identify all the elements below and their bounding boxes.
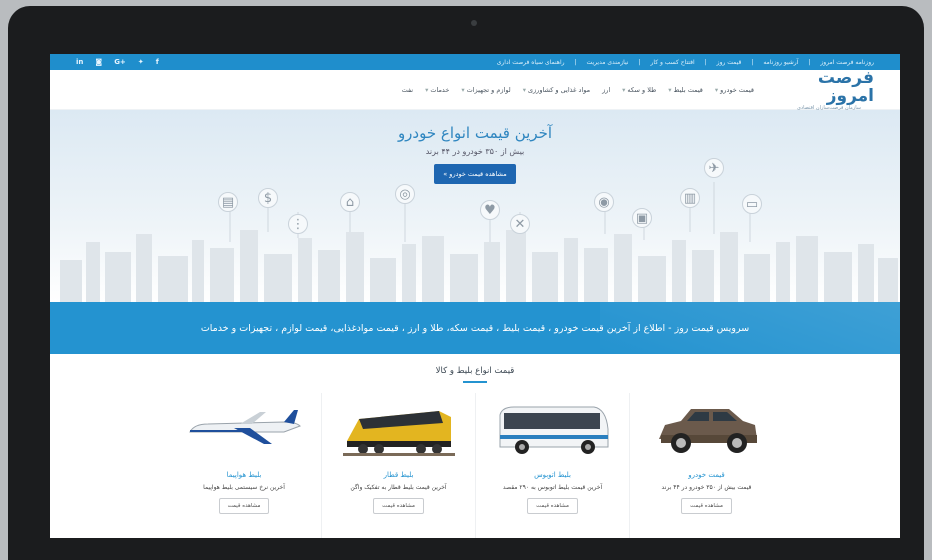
card-title[interactable]: بلیط اتوبوس: [476, 471, 629, 479]
view-price-button[interactable]: مشاهده قیمت: [527, 498, 578, 514]
nav-item-services[interactable]: خدمات▾: [425, 86, 449, 94]
traffic-light-icon: ⋮: [288, 214, 308, 234]
ring-icon: ◎: [395, 184, 415, 204]
hero-section: آخرین قیمت انواع خودرو بیش از ۳۵۰ خودرو …: [50, 110, 900, 302]
top-links: روزنامه فرصت امروز | آرشیو روزنامه | قیمت …: [496, 58, 874, 66]
nav-item-equipment[interactable]: لوازم و تجهیزات▾: [461, 86, 510, 94]
chevron-down-icon: ▾: [461, 85, 465, 94]
top-link-daily-price[interactable]: قیمت روز: [717, 59, 742, 66]
top-link-archive[interactable]: آرشیو روزنامه: [763, 59, 798, 66]
products-section-title: قیمت انواع بلیط و کالا: [435, 366, 515, 376]
nav-item-gold-coin[interactable]: طلا و سکه▾: [622, 86, 656, 94]
camera-icon: ◉: [594, 192, 614, 212]
top-link-management[interactable]: نیازمندی مدیریت: [587, 59, 629, 66]
chevron-down-icon: ▾: [622, 85, 626, 94]
fish-icon: ✕: [510, 214, 530, 234]
card-description: آخرین نرخ سیستمی بلیط هواپیما: [203, 484, 285, 491]
card-title[interactable]: بلیط قطار: [322, 471, 475, 479]
main-nav: قیمت خودرو▾ قیمت بلیط▾ طلا و سکه▾ ارز مو…: [402, 86, 754, 94]
google-plus-icon[interactable]: G+: [114, 58, 126, 66]
view-car-price-button[interactable]: مشاهده قیمت خودرو »: [434, 164, 516, 184]
card-title[interactable]: قیمت خودرو: [630, 471, 783, 479]
shopping-bag-icon: ⌂: [340, 192, 360, 212]
chevron-down-icon: ▾: [714, 85, 719, 94]
nav-label: خدمات: [430, 85, 450, 94]
top-link-guide[interactable]: راهنمای سیاه فرصت اداری: [497, 59, 565, 66]
nav-label: مواد غذایی و کشاورزی: [527, 85, 591, 94]
instagram-icon[interactable]: ◙: [95, 58, 102, 66]
top-link-business[interactable]: افتتاح کسب و کار: [650, 59, 694, 66]
hero-subtitle: بیش از ۳۵۰ خودرو در ۴۴ برند: [425, 147, 525, 156]
website-screen: روزنامه فرصت امروز | آرشیو روزنامه | قیمت …: [50, 54, 900, 538]
nav-label: قیمت خودرو: [720, 85, 754, 94]
bank-icon: ▤: [218, 192, 238, 212]
webcam: [471, 20, 477, 26]
train-image: [322, 393, 475, 465]
card-bus-ticket: بلیط اتوبوس آخرین قیمت بلیط اتوبوس به ۲۹…: [475, 393, 629, 538]
logo-text: فرصت امروز: [817, 67, 874, 106]
card-train-ticket: بلیط قطار آخرین قیمت بلیط قطار به تفکیک …: [321, 393, 475, 538]
view-price-button[interactable]: مشاهده قیمت: [681, 498, 732, 514]
service-banner-text: سرویس قیمت روز - اطلاع از آخرین قیمت خود…: [200, 322, 750, 334]
car-icon: ▭: [742, 194, 762, 214]
product-cards: قیمت خودرو قیمت بیش از ۳۵۰ خودرو در ۴۴ ب…: [50, 393, 900, 538]
view-price-button[interactable]: مشاهده قیمت: [218, 498, 270, 514]
top-link-newspaper[interactable]: روزنامه فرصت امروز: [820, 59, 874, 66]
city-skyline-illustration: [60, 182, 898, 302]
bus-icon: ▥: [680, 188, 700, 208]
nav-label: طلا و سکه: [627, 85, 657, 94]
hero-title: آخرین قیمت انواع خودرو: [397, 124, 553, 142]
top-bar: روزنامه فرصت امروز | آرشیو روزنامه | قیمت …: [50, 54, 900, 70]
twitter-icon[interactable]: ✦: [138, 58, 144, 66]
nav-label: لوازم و تجهیزات: [466, 85, 511, 94]
chevron-down-icon: ▾: [425, 85, 429, 94]
airplane-image: [167, 393, 321, 465]
nav-item-oil[interactable]: نفت: [402, 86, 413, 94]
nav-label: ارز: [602, 85, 611, 94]
bus-image: [476, 393, 629, 465]
card-airplane-ticket: بلیط هواپیما آخرین نرخ سیستمی بلیط هواپی…: [167, 393, 321, 538]
site-logo[interactable]: فرصت امروز سازمان فرصت‌سازان اقتصادی: [784, 69, 874, 111]
site-header: فرصت امروز سازمان فرصت‌سازان اقتصادی قیم…: [50, 69, 900, 111]
service-banner: سرویس قیمت روز - اطلاع از آخرین قیمت خود…: [50, 302, 900, 354]
nav-label: قیمت بلیط: [673, 85, 703, 94]
card-description: قیمت بیش از ۳۵۰ خودرو در ۴۴ برند: [661, 484, 752, 491]
nav-item-currency[interactable]: ارز: [602, 86, 610, 94]
chevron-down-icon: ▾: [668, 85, 672, 94]
card-title[interactable]: بلیط هواپیما: [167, 471, 321, 479]
card-description: آخرین قیمت بلیط قطار به تفکیک واگن: [350, 484, 447, 491]
gift-icon: ♥: [480, 200, 500, 220]
laptop-frame: روزنامه فرصت امروز | آرشیو روزنامه | قیمت …: [8, 6, 924, 560]
linkedin-icon[interactable]: in: [76, 58, 83, 66]
dollar-icon: $: [258, 188, 278, 208]
nav-item-car-price[interactable]: قیمت خودرو▾: [715, 86, 754, 94]
card-description: آخرین قیمت بلیط اتوبوس به ۲۹۰ مقصد: [502, 484, 603, 491]
facebook-icon[interactable]: f: [156, 58, 159, 66]
nav-item-ticket-price[interactable]: قیمت بلیط▾: [668, 86, 703, 94]
chevron-down-icon: ▾: [522, 85, 526, 94]
view-price-button[interactable]: مشاهده قیمت: [373, 498, 424, 514]
plane-icon: ✈: [704, 158, 724, 178]
social-links: in ◙ G+ ✦ f: [76, 58, 159, 66]
nav-item-food[interactable]: مواد غذایی و کشاورزی▾: [523, 86, 590, 94]
train-icon: ▣: [632, 208, 652, 228]
title-underline: [463, 381, 487, 383]
card-car-price: قیمت خودرو قیمت بیش از ۳۵۰ خودرو در ۴۴ ب…: [629, 393, 783, 538]
car-image: [630, 393, 783, 465]
nav-label: نفت: [401, 85, 414, 94]
